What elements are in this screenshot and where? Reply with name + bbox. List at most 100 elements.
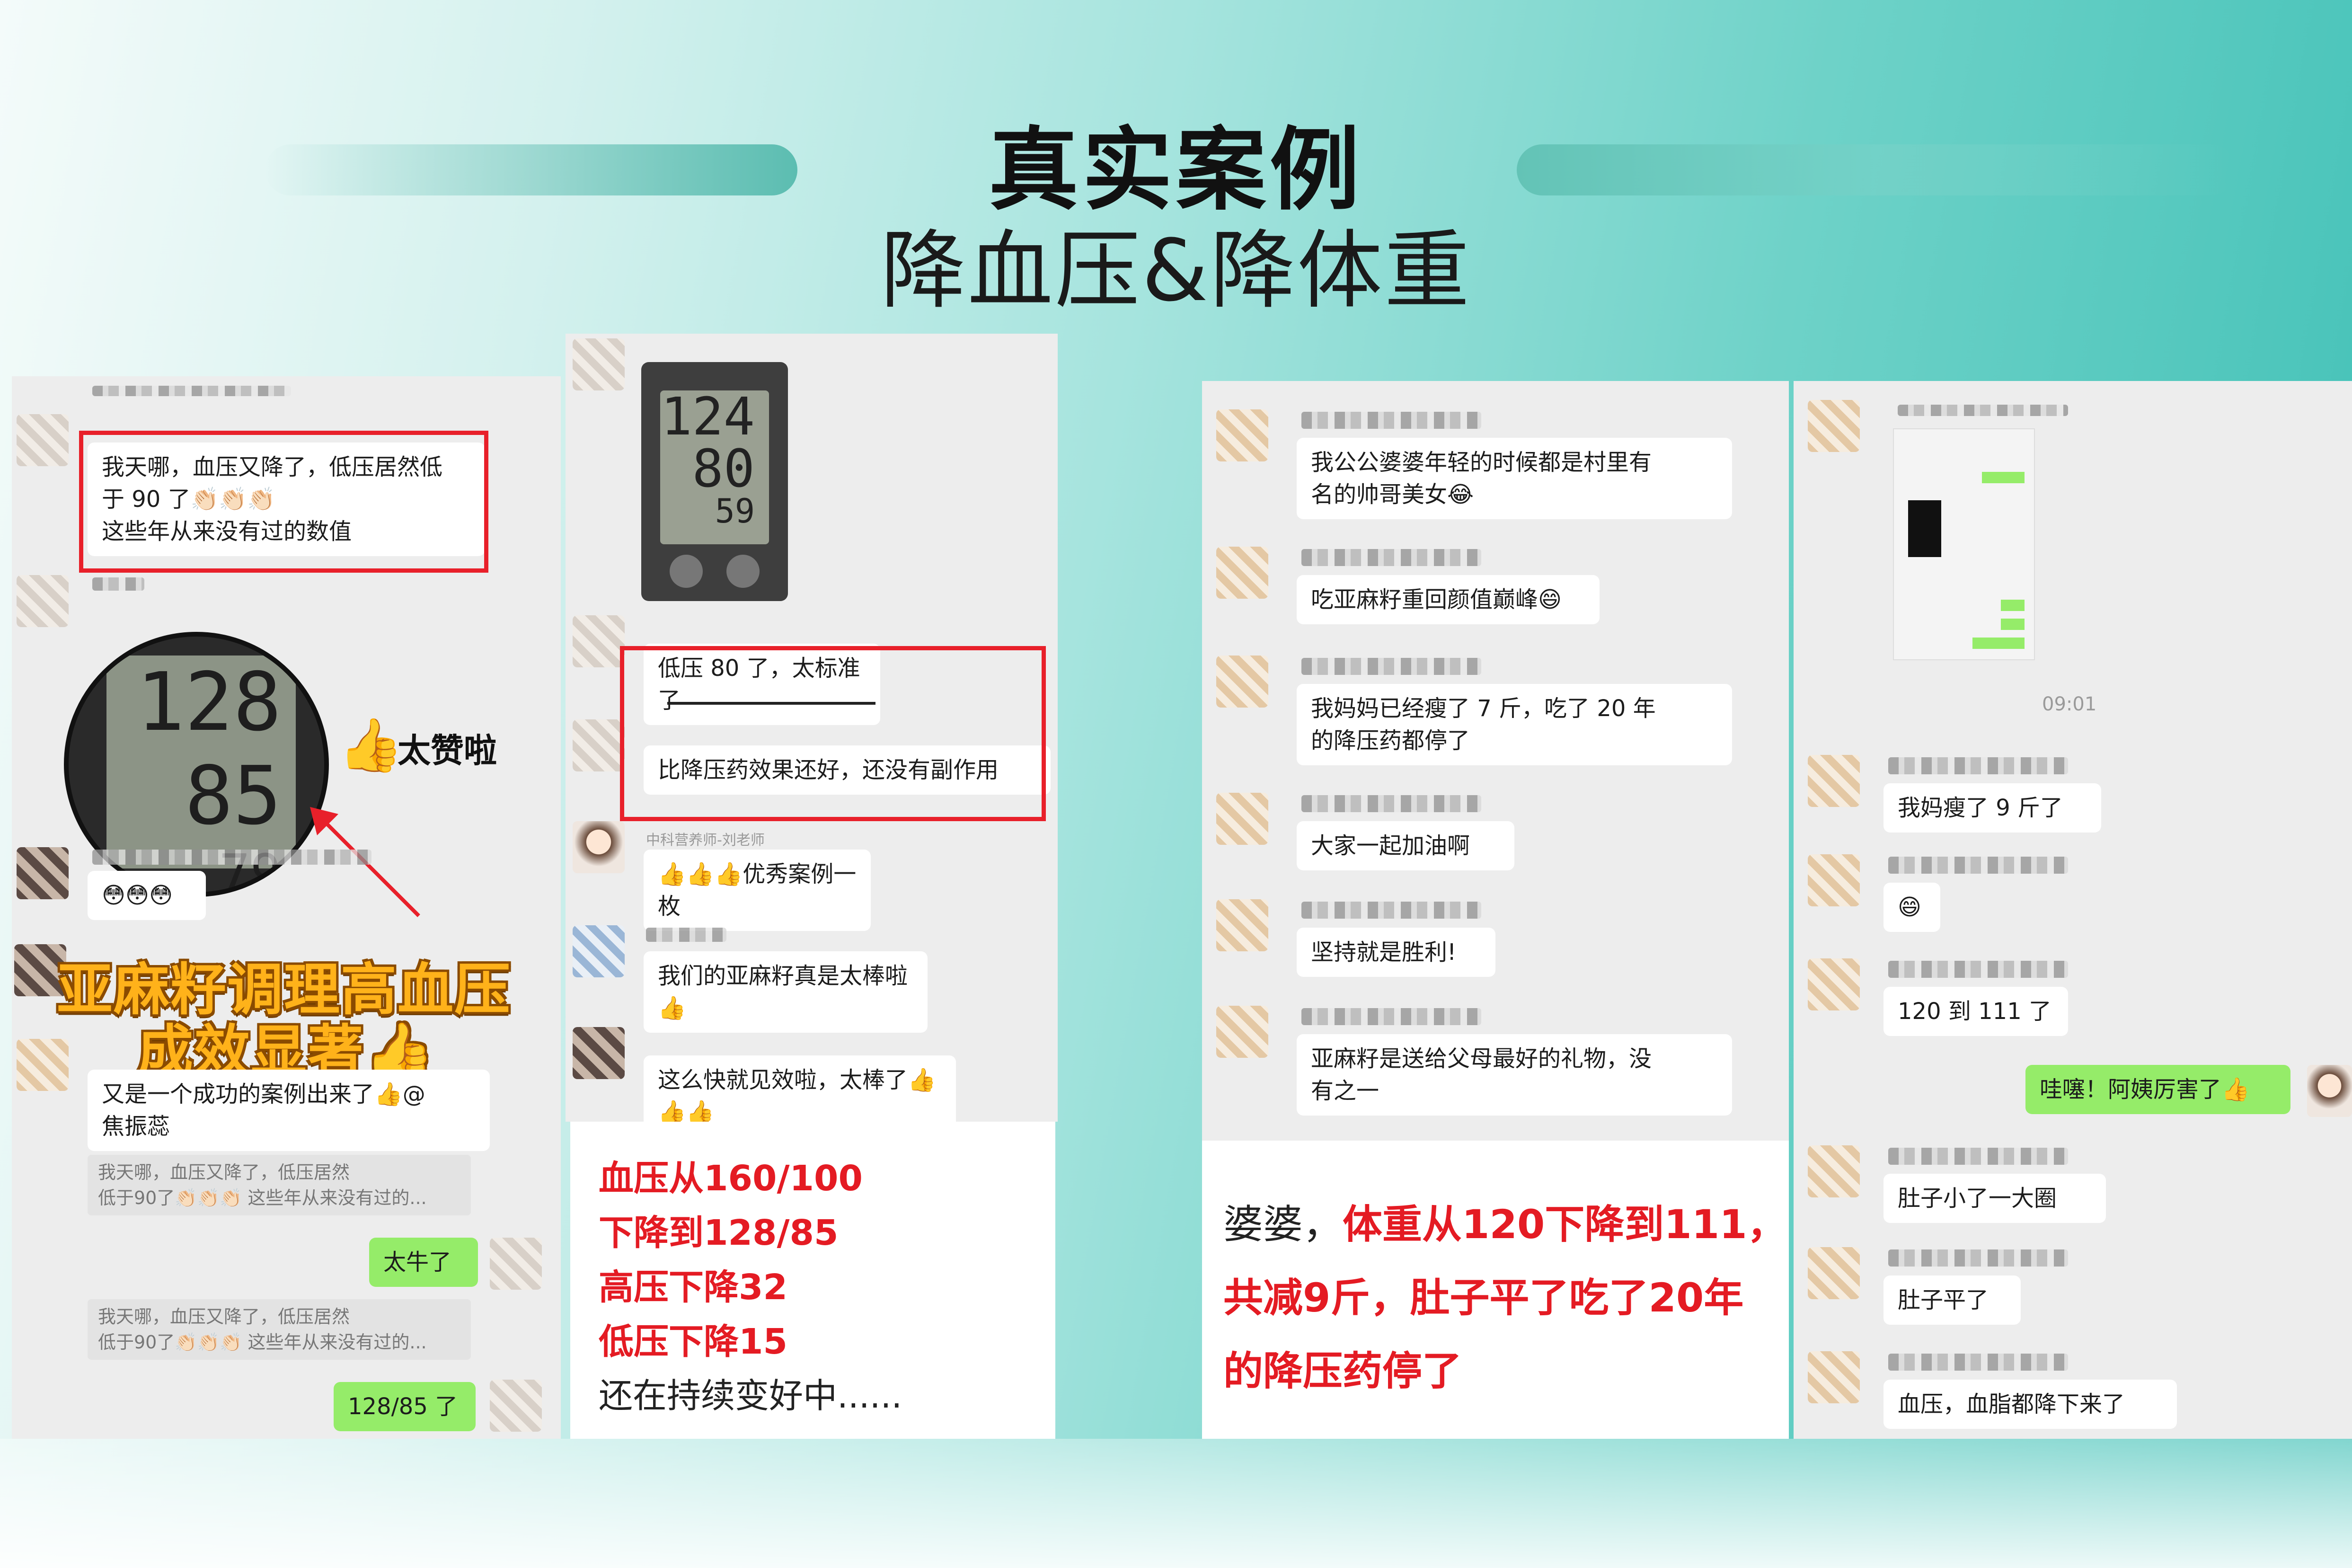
quote-text: 低于90了👏🏻👏🏻👏🏻 这些年从来没有过的... — [98, 1332, 427, 1353]
avatar — [573, 338, 625, 390]
message-text: 的降压药都停了 — [1311, 727, 1470, 754]
bottom-fade — [0, 1439, 2352, 1568]
summary-card-2: 婆婆，体重从120下降到111， 共减9斤，肚子平了吃了20年 的降压药停了 — [1202, 1141, 1789, 1439]
slide: 真实案例 降血压&降体重 我天哪，血压又降了，低压居然低 于 90 了👏🏻👏🏻👏… — [0, 0, 2352, 1568]
avatar — [1216, 656, 1268, 708]
message-bubble-self: 太牛了 — [369, 1238, 478, 1287]
avatar — [573, 615, 625, 667]
avatar — [1808, 854, 1860, 906]
thumbnail-video — [1908, 500, 1941, 557]
systolic-reading: 124 — [661, 386, 755, 447]
thumbnail-bubble — [1972, 638, 2025, 649]
name-blur — [1888, 961, 2068, 978]
summary-line: 低压下降15 — [599, 1321, 787, 1362]
quote-text: 我天哪，血压又降了，低压居然 — [98, 1162, 350, 1183]
message-text: 我公公婆婆年轻的时候都是村里有 — [1311, 449, 1652, 476]
avatar — [1808, 1145, 1860, 1197]
name-blur — [1301, 412, 1481, 429]
summary-emphasis: 体重从120下降到111， — [1343, 1201, 1787, 1248]
name-blur — [1888, 1354, 2068, 1371]
sticker-text: 太赞啦 — [398, 731, 497, 770]
systolic-reading: 128 — [136, 656, 282, 749]
summary-line: 的降压药停了 — [1223, 1348, 1462, 1394]
meter-display: 124 80 59 — [660, 390, 769, 544]
name-blur — [1301, 658, 1481, 675]
name-blur — [1888, 857, 2068, 874]
page-subtitle: 降血压&降体重 — [880, 221, 1472, 320]
name-blur — [92, 577, 144, 591]
name-blur — [1301, 549, 1481, 566]
message-bubble: 我公公婆婆年轻的时候都是村里有 名的帅哥美女😂 — [1297, 438, 1732, 519]
meter-button — [670, 555, 703, 588]
avatar — [17, 414, 69, 466]
avatar — [17, 1039, 69, 1091]
name-blur — [646, 928, 726, 942]
message-text: 有之一 — [1311, 1078, 1379, 1104]
summary-line: 下降到128/85 — [599, 1213, 839, 1253]
message-bubble: 我们的亚麻籽真是太棒啦👍 — [644, 951, 928, 1033]
message-bubble: 我妈妈已经瘦了 7 斤，吃了 20 年 的降压药都停了 — [1297, 684, 1732, 765]
message-bubble: 肚子小了一大圈 — [1883, 1174, 2106, 1223]
thumbnail-bubble — [2001, 619, 2025, 630]
sender-name: 中科营养师-刘老师 — [646, 832, 765, 849]
message-bubble: 吃亚麻籽重回颜值巅峰😄 — [1297, 575, 1600, 624]
name-blur — [1888, 1249, 2068, 1267]
chat-panel-3: 我公公婆婆年轻的时候都是村里有 名的帅哥美女😂 吃亚麻籽重回颜值巅峰😄 我妈妈已… — [1202, 381, 1789, 1141]
summary-card-1: 血压从160/100 下降到128/85 高压下降32 低压下降15 还在持续变… — [570, 1122, 1055, 1439]
message-bubble: 亚麻籽是送给父母最好的礼物，没 有之一 — [1297, 1034, 1732, 1116]
diastolic-reading: 85 — [185, 749, 282, 843]
avatar — [1808, 1351, 1860, 1403]
avatar — [573, 821, 625, 873]
thumbs-up-icon: 👍 — [338, 715, 403, 775]
message-bubble: 这么快就见效啦，太棒了👍👍👍 — [644, 1055, 956, 1122]
message-text: 又是一个成功的案例出来了👍@ — [102, 1081, 425, 1107]
quoted-message: 我天哪，血压又降了，低压居然 低于90了👏🏻👏🏻👏🏻 这些年从来没有过的... — [88, 1155, 471, 1215]
avatar — [1216, 1006, 1268, 1058]
summary-line: 共减9斤，肚子平了吃了20年 — [1223, 1275, 1744, 1321]
meter-display: 128 85 79 — [106, 656, 296, 892]
summary-prefix: 婆婆， — [1223, 1201, 1343, 1248]
avatar-self — [490, 1380, 542, 1432]
highlight-box — [620, 646, 1046, 821]
quote-text: 我天哪，血压又降了，低压居然 — [98, 1306, 350, 1327]
name-blur — [92, 850, 371, 865]
message-bubble: 大家一起加油啊 — [1297, 821, 1514, 870]
summary-line: 婆婆，体重从120下降到111， — [1223, 1193, 1787, 1250]
message-bubble: 坚持就是胜利! — [1297, 928, 1495, 977]
avatar — [573, 925, 625, 977]
message-text: 焦振蕊 — [102, 1113, 170, 1140]
name-blur — [1888, 1148, 2068, 1165]
message-bubble-self: 128/85 了 — [334, 1382, 476, 1431]
message-bubble: 👍👍👍优秀案例一枚 — [644, 850, 871, 931]
avatar-self — [2307, 1065, 2352, 1117]
message-bubble: 120 到 111 了 — [1883, 987, 2068, 1036]
name-blur — [1898, 405, 2068, 416]
message-bubble-self: 哇噻！阿姨厉害了👍 — [2025, 1065, 2290, 1114]
meter-button — [726, 555, 760, 588]
avatar — [1808, 958, 1860, 1010]
name-blur — [92, 386, 291, 396]
name-blur — [1301, 1008, 1481, 1025]
timestamp: 09:01 — [2042, 693, 2097, 715]
chat-panel-2: 124 80 59 低压 80 了，太标准了 比降压药效果还好，还没有副作用 中… — [566, 334, 1058, 1122]
message-text: 我妈妈已经瘦了 7 斤，吃了 20 年 — [1311, 695, 1656, 722]
chat-panel-4: 09:01 我妈瘦了 9 斤了 😄 120 到 111 了 哇噻！阿姨厉害了👍 … — [1794, 381, 2352, 1439]
chat-panel-1: 我天哪，血压又降了，低压居然低 于 90 了👏🏻👏🏻👏🏻 这些年从来没有过的数值… — [12, 376, 561, 1439]
screenshot-thumbnail — [1893, 428, 2035, 660]
avatar — [573, 719, 625, 771]
avatar — [1216, 547, 1268, 599]
avatar — [17, 575, 69, 627]
diastolic-reading: 80 — [692, 438, 755, 499]
avatar — [1808, 1247, 1860, 1299]
name-blur — [1301, 902, 1481, 919]
message-bubble: 😳😳😳 — [88, 871, 206, 920]
name-blur — [1301, 795, 1481, 812]
message-bubble: 肚子平了 — [1883, 1276, 2021, 1325]
message-bubble: 😄 — [1883, 883, 1940, 932]
avatar — [573, 1027, 625, 1079]
thumbnail-bubble — [2001, 600, 2025, 611]
avatar-self — [490, 1238, 542, 1290]
message-text: 名的帅哥美女😂 — [1311, 481, 1474, 508]
avatar — [1216, 793, 1268, 845]
thumbnail-bubble — [1982, 472, 2025, 483]
